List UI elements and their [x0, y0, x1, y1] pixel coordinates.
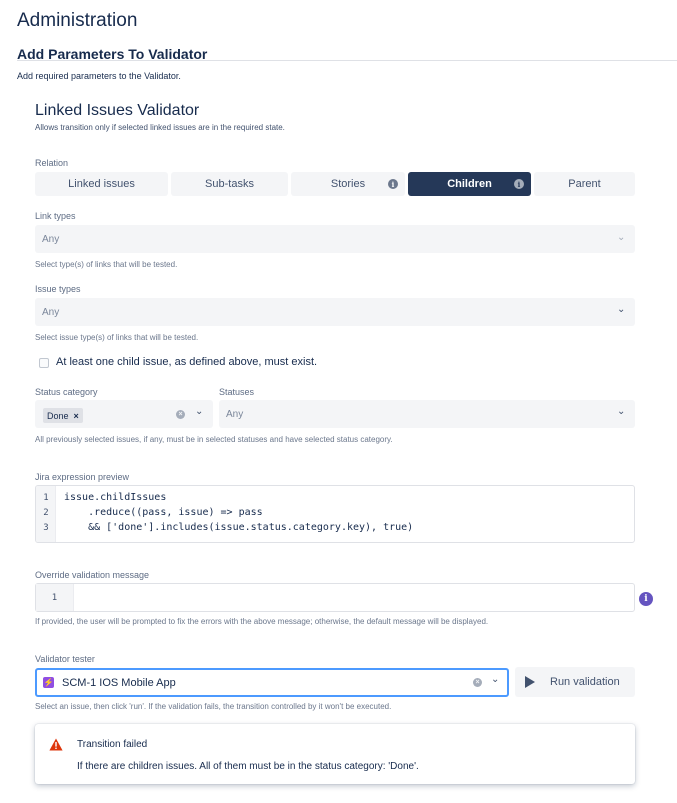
line-number: 2: [43, 508, 49, 518]
page-title: Administration: [17, 10, 138, 31]
line-number: 1: [36, 584, 74, 611]
run-validation-label: Run validation: [550, 676, 620, 688]
relation-option-sub-tasks[interactable]: Sub-tasks: [171, 172, 288, 196]
link-types-help: Select type(s) of links that will be tes…: [35, 260, 178, 269]
chevron-down-icon: ⌄: [491, 674, 500, 685]
chevron-down-icon: ⌄: [617, 232, 626, 243]
override-message-label: Override validation message: [35, 570, 150, 580]
link-types-value: Any: [42, 233, 60, 245]
statuses-select[interactable]: Any ⌄: [219, 400, 635, 428]
result-title: Transition failed: [77, 739, 148, 750]
line-number: 3: [43, 523, 49, 533]
code-line: .reduce((pass, issue) => pass: [64, 507, 263, 518]
issue-types-help: Select issue type(s) of links that will …: [35, 333, 199, 342]
relation-option-children[interactable]: Children i: [408, 172, 531, 196]
relation-label: Relation: [35, 158, 69, 168]
validator-subtitle: Allows transition only if selected linke…: [35, 123, 285, 132]
issue-types-value: Any: [42, 306, 60, 318]
child-required-label: At least one child issue, as defined abo…: [56, 356, 318, 368]
play-icon: [525, 676, 535, 688]
relation-option-label: Sub-tasks: [205, 178, 254, 190]
section-divider: [17, 60, 677, 61]
relation-option-parent[interactable]: Parent: [534, 172, 635, 196]
chevron-down-icon: ⌄: [617, 406, 626, 417]
status-category-label: Status category: [35, 387, 98, 397]
selected-issue: SCM-1 IOS Mobile App: [62, 676, 176, 689]
issue-type-icon: ⚡: [43, 677, 54, 688]
validator-tester-help: Select an issue, then click 'run'. If th…: [35, 702, 392, 711]
chevron-down-icon: ⌄: [195, 406, 204, 417]
relation-option-stories[interactable]: Stories i: [291, 172, 405, 196]
clear-icon[interactable]: ×: [176, 410, 185, 419]
status-tag: Done ×: [43, 408, 83, 423]
statuses-value: Any: [226, 408, 244, 420]
expression-preview-label: Jira expression preview: [35, 472, 130, 482]
issue-types-label: Issue types: [35, 284, 81, 294]
issue-picker[interactable]: ⚡ SCM-1 IOS Mobile App × ⌄: [35, 668, 509, 697]
link-types-label: Link types: [35, 211, 76, 221]
expression-preview-editor: 1 2 3 issue.childIssues .reduce((pass, i…: [35, 485, 635, 543]
relation-option-label: Linked issues: [68, 178, 135, 190]
relation-option-linked-issues[interactable]: Linked issues: [35, 172, 168, 196]
relation-option-label: Parent: [568, 178, 601, 190]
code-line: && ['done'].includes(issue.status.catego…: [64, 522, 414, 533]
validator-tester-label: Validator tester: [35, 654, 95, 664]
remove-tag-icon[interactable]: ×: [74, 411, 79, 421]
link-types-select[interactable]: Any ⌄: [35, 225, 635, 253]
result-message: If there are children issues. All of the…: [77, 761, 419, 772]
section-description: Add required parameters to the Validator…: [17, 71, 181, 81]
validator-title: Linked Issues Validator: [35, 102, 200, 119]
info-icon[interactable]: i: [514, 179, 524, 189]
warning-icon: [49, 738, 63, 751]
info-icon[interactable]: i: [639, 592, 653, 606]
clear-icon[interactable]: ×: [473, 678, 482, 687]
code-line: issue.childIssues: [64, 492, 167, 503]
statuses-help: All previously selected issues, if any, …: [35, 435, 393, 444]
info-icon[interactable]: i: [388, 179, 398, 189]
statuses-label: Statuses: [219, 387, 255, 397]
relation-option-label: Children: [447, 178, 492, 190]
override-message-editor[interactable]: 1: [35, 583, 635, 612]
relation-option-label: Stories: [330, 178, 366, 190]
override-message-help: If provided, the user will be prompted t…: [35, 617, 489, 626]
line-number: 1: [43, 493, 49, 503]
status-tag-label: Done: [47, 410, 69, 421]
run-validation-button[interactable]: Run validation: [515, 667, 635, 697]
issue-types-select[interactable]: Any ⌄: [35, 298, 635, 326]
child-required-checkbox[interactable]: [39, 358, 49, 368]
validation-result: Transition failed If there are children …: [35, 724, 635, 784]
chevron-down-icon: ⌄: [617, 304, 626, 315]
